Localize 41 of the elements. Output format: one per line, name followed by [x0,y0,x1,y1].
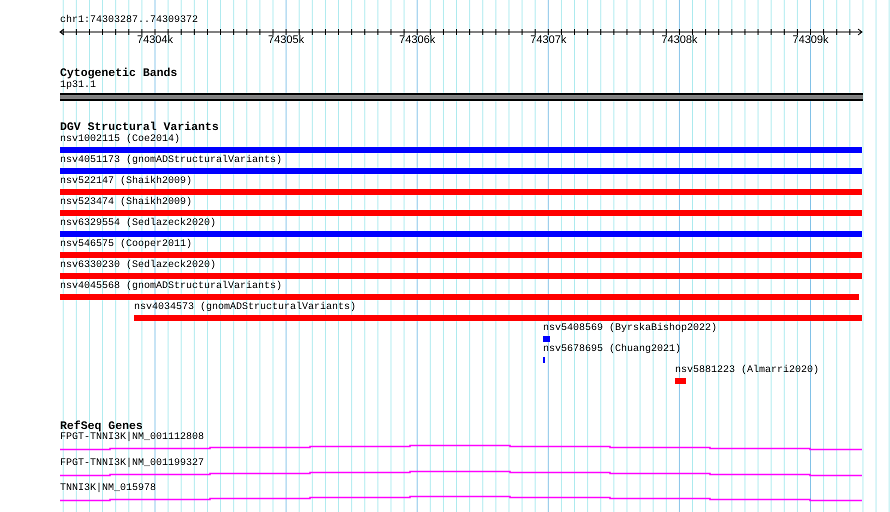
variant-bar[interactable] [60,147,862,153]
variant-label: nsv6330230 (Sedlazeck2020) [60,260,216,272]
variant-label: nsv523474 (Shaikh2009) [60,197,192,209]
gene-line[interactable] [60,496,862,502]
variant-label: nsv5408569 (ByrskaBishop2022) [543,323,718,335]
tick-label: 74305k [268,34,304,47]
variant-bar[interactable] [60,189,862,195]
variant-label: nsv5678695 (Chuang2021) [543,344,682,356]
tick-label: 74306k [399,34,436,47]
variant-label: nsv4045568 (gnomADStructuralVariants) [60,281,282,293]
tick-label: 74309k [792,34,829,47]
tick-label: 74308k [661,34,698,47]
tick-label: 74307k [530,34,566,47]
gene-line[interactable] [60,470,862,476]
gene-label: FPGT-TNNI3K|NM_001112808 [60,432,204,444]
variant-label: nsv522147 (Shaikh2009) [60,176,192,188]
location-label: chr1:74303287..74309372 [60,15,198,27]
variant-bar[interactable] [60,210,862,216]
variant-label: nsv4051173 (gnomADStructuralVariants) [60,155,282,167]
variant-label: nsv546575 (Cooper2011) [60,239,192,251]
track-title: Cytogenetic Bands [60,67,178,80]
variant-label: nsv4034573 (gnomADStructuralVariants) [134,302,356,314]
variant-label: nsv1002115 (Coe2014) [60,134,180,146]
variant-bar[interactable] [60,168,862,174]
variant-bar[interactable] [134,315,862,321]
gene-label: FPGT-TNNI3K|NM_001199327 [60,458,204,470]
variant-bar[interactable] [60,252,862,258]
gene-line[interactable] [60,444,862,450]
variant-bar[interactable] [60,231,862,237]
variant-label: nsv5881223 (Almarri2020) [675,365,820,377]
variant-label: nsv6329554 (Sedlazeck2020) [60,218,216,230]
variant-bar[interactable] [60,273,862,279]
variant-bar[interactable] [543,336,550,342]
gene-label: TNNI3K|NM_015978 [60,483,156,495]
cytoband-bar[interactable] [60,93,863,101]
track-title: RefSeq Genes [60,420,143,433]
track-title: DGV Structural Variants [60,121,219,134]
tick-label: 74304k [136,34,174,47]
band-label: 1p31.1 [60,80,96,92]
variant-bar[interactable] [60,294,859,300]
variant-bar[interactable] [675,378,686,384]
